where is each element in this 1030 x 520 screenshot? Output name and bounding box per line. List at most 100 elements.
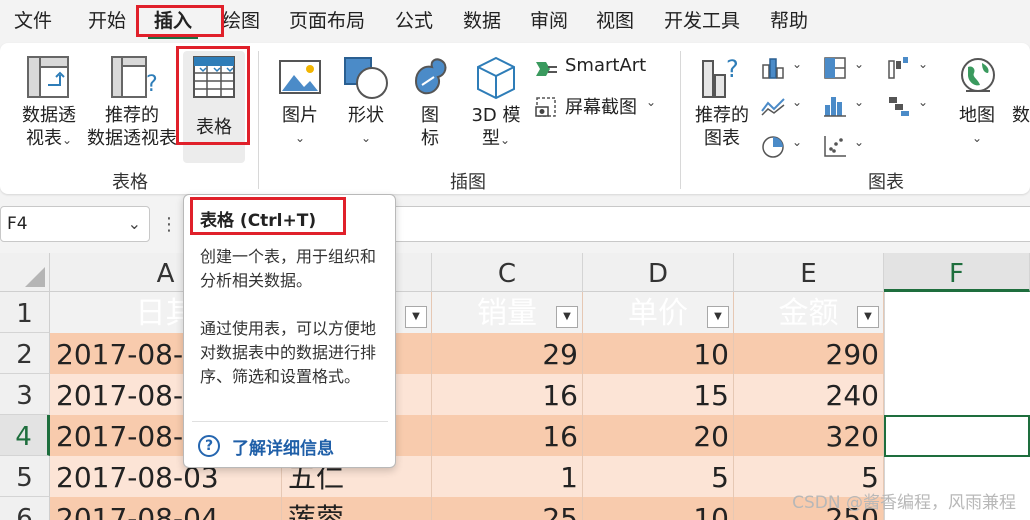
pie-chart-button[interactable]: ⌄ — [760, 133, 808, 159]
tab-insert[interactable]: 插入 — [154, 6, 192, 36]
waterfall-chart-button[interactable]: ⌄ — [886, 55, 934, 81]
filter-dropdown-icon[interactable]: ▼ — [556, 306, 578, 328]
pivot-table-label-2: 视表 — [25, 128, 62, 149]
table-cell[interactable]: 16 — [432, 374, 583, 415]
line-chart-button[interactable]: ⌄ — [760, 93, 808, 119]
column-header-e[interactable]: E — [734, 253, 884, 292]
watermark: CSDN @酱香编程，风雨兼程 — [792, 493, 1016, 513]
table-header-cell[interactable]: 销量 ▼ — [432, 292, 583, 333]
scatter-chart-button[interactable]: ⌄ — [822, 133, 870, 159]
icons-button[interactable]: 图 标 — [404, 55, 456, 160]
statistic-chart-button[interactable]: ⌄ — [822, 93, 870, 119]
screenshot-label: 屏幕截图 — [565, 97, 637, 118]
row-header-4[interactable]: 4 — [0, 415, 50, 456]
worksheet-grid: A B C D E F 1 2 3 4 5 6 日其 ▼ 销量▼ 单价▼ 金额▼… — [0, 253, 1030, 520]
table-cell[interactable]: 240 — [734, 374, 884, 415]
table-header-cell[interactable]: 金额 ▼ — [734, 292, 884, 333]
menu-bar: 文件 开始 插入 绘图 页面布局 公式 数据 审阅 视图 开发工具 帮助 — [0, 0, 1030, 42]
filter-dropdown-icon[interactable]: ▼ — [857, 306, 879, 328]
tab-formulas[interactable]: 公式 — [395, 6, 433, 36]
smartart-button[interactable]: SmartArt — [534, 55, 664, 83]
combo-chart-button[interactable]: ⌄ — [886, 93, 934, 119]
chevron-down-icon: ⌄ — [499, 133, 511, 147]
pictures-label: 图片 — [282, 105, 318, 126]
recommended-pivot-label-1: 推荐的 — [105, 105, 159, 126]
column-header-f[interactable]: F — [884, 253, 1030, 292]
learn-more-link[interactable]: 了解详细信息 — [232, 434, 334, 459]
tab-draw[interactable]: 绘图 — [222, 6, 260, 36]
chevron-down-icon: ⌄ — [360, 131, 372, 145]
tab-home[interactable]: 开始 — [88, 6, 126, 36]
tab-page-layout[interactable]: 页面布局 — [289, 6, 365, 36]
screenshot-button[interactable]: 屏幕截图 ⌄ — [534, 93, 664, 121]
tab-file[interactable]: 文件 — [14, 6, 52, 36]
maps-button[interactable]: 地图 ⌄ — [954, 55, 1000, 160]
group-separator — [258, 51, 259, 189]
table-cell[interactable]: 莲蓉 — [282, 497, 432, 520]
filter-dropdown-icon[interactable]: ▼ — [405, 306, 427, 328]
help-question-icon[interactable]: ? — [198, 435, 220, 457]
hierarchy-chart-button[interactable]: ⌄ — [822, 55, 870, 81]
chevron-down-icon: ⌄ — [854, 95, 865, 109]
tab-review[interactable]: 审阅 — [530, 6, 568, 36]
tab-help[interactable]: 帮助 — [770, 6, 808, 36]
row-header-5[interactable]: 5 — [0, 456, 50, 497]
recommended-pivot-button[interactable]: ? 推荐的 数据透视表 — [86, 55, 178, 160]
more-options-icon[interactable]: ⋮ — [160, 214, 178, 235]
row-header-3[interactable]: 3 — [0, 374, 50, 415]
chevron-down-icon: ⌄ — [646, 95, 657, 109]
filter-dropdown-icon[interactable]: ▼ — [707, 306, 729, 328]
icons-label-1: 图 — [421, 105, 439, 126]
scatter-chart-icon — [824, 136, 846, 157]
ribbon: 数据透 视表⌄ ? 推荐的 数据透视表 表格 表格 图片 ⌄ 形状 ⌄ 图 标 … — [0, 43, 1030, 194]
table-button[interactable]: 表格 — [183, 55, 245, 160]
chevron-down-icon: ⌄ — [294, 131, 306, 145]
3d-models-button[interactable]: 3D 模 型⌄ — [466, 55, 526, 160]
table-cell[interactable]: 320 — [734, 415, 884, 456]
formula-input[interactable] — [395, 206, 1030, 242]
active-cell-border[interactable] — [884, 415, 1030, 457]
pivot-table-icon — [27, 56, 69, 98]
cube-3d-icon — [477, 56, 515, 100]
column-f-cells[interactable] — [884, 292, 1030, 520]
table-cell[interactable]: 25 — [432, 497, 583, 520]
treemap-icon — [824, 57, 846, 79]
pivot-table-button[interactable]: 数据透 视表⌄ — [20, 55, 78, 160]
name-box-value: F4 — [7, 214, 28, 234]
table-cell[interactable]: 5 — [583, 456, 734, 497]
table-cell[interactable]: 15 — [583, 374, 734, 415]
recommended-charts-label-2: 图表 — [704, 128, 740, 149]
svg-text:?: ? — [726, 55, 739, 83]
row-header-2[interactable]: 2 — [0, 333, 50, 374]
row-header-6[interactable]: 6 — [0, 497, 50, 520]
table-cell[interactable]: 16 — [432, 415, 583, 456]
row-header-1[interactable]: 1 — [0, 292, 50, 333]
column-header-d[interactable]: D — [583, 253, 734, 292]
chevron-down-icon[interactable]: ⌄ — [128, 207, 141, 241]
tab-data[interactable]: 数据 — [463, 6, 501, 36]
table-cell[interactable]: 20 — [583, 415, 734, 456]
chevron-down-icon: ⌄ — [792, 57, 803, 71]
tooltip-divider — [192, 421, 388, 422]
table-cell[interactable]: 1 — [432, 456, 583, 497]
chevron-down-icon: ⌄ — [61, 133, 73, 147]
table-cell[interactable]: 10 — [583, 497, 734, 520]
icons-label-2: 标 — [421, 128, 439, 149]
table-cell[interactable]: 290 — [734, 333, 884, 374]
column-header-c[interactable]: C — [432, 253, 583, 292]
tooltip-description-1: 创建一个表，用于组织和分析相关数据。 — [200, 247, 377, 290]
recommended-charts-button[interactable]: ? 推荐的 图表 — [692, 55, 752, 160]
pictures-button[interactable]: 图片 ⌄ — [274, 55, 326, 160]
shapes-button[interactable]: 形状 ⌄ — [340, 55, 392, 160]
table-cell[interactable]: 10 — [583, 333, 734, 374]
pivot-chart-label-partial[interactable]: 数 — [1012, 105, 1030, 127]
name-box[interactable]: F4 ⌄ — [0, 206, 150, 242]
pivot-table-label-1: 数据透 — [22, 105, 76, 126]
tab-developer[interactable]: 开发工具 — [664, 6, 740, 36]
tab-view[interactable]: 视图 — [596, 6, 634, 36]
table-cell[interactable]: 2017-08-04 — [50, 497, 282, 520]
select-all-corner[interactable] — [0, 253, 50, 292]
table-cell[interactable]: 29 — [432, 333, 583, 374]
table-header-cell[interactable]: 单价 ▼ — [583, 292, 734, 333]
column-chart-button[interactable]: ⌄ — [760, 55, 808, 81]
